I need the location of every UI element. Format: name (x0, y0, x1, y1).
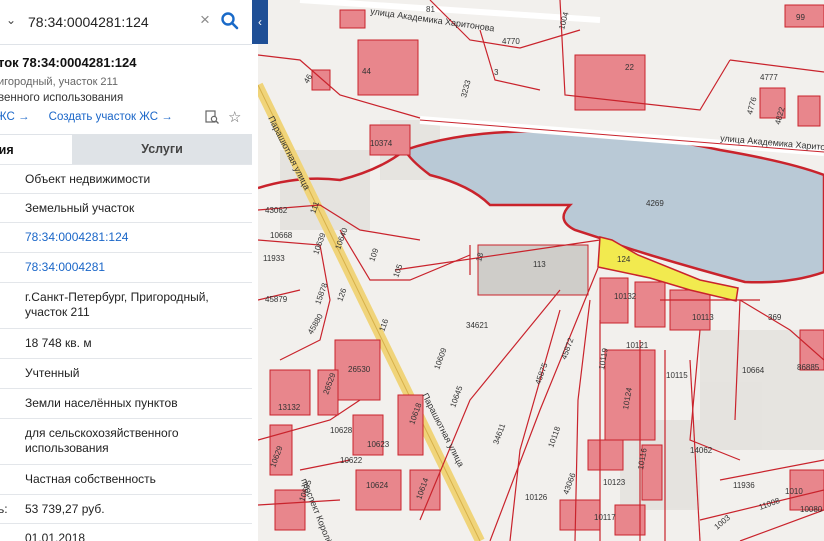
parcel-subtitle: игородный, участок 211 (0, 76, 118, 88)
row-value: Частная собственность (25, 472, 156, 486)
parcel-number-label: 10121 (626, 341, 649, 350)
tab-info-label: ция (0, 143, 14, 157)
parcel-number-label: 1010 (785, 487, 803, 496)
create-parcel-link[interactable]: Создать участок ЖС → (49, 111, 173, 123)
row-value: Земли населённых пунктов (25, 396, 178, 410)
parcel-number-label: 13132 (278, 403, 301, 412)
row-value: Земельный участок (25, 201, 135, 215)
parcel-number-label: 43062 (265, 206, 288, 215)
parcel-number-label: 10117 (594, 513, 616, 522)
parcel-number-label: 10080 (800, 505, 823, 514)
parcel-number-label: 3 (494, 68, 499, 77)
parcel-number-label: 10115 (666, 371, 688, 380)
tab-info[interactable]: ция (0, 134, 72, 165)
ijs-link[interactable]: ЖС → (0, 111, 30, 123)
parcel-number-label: 81 (426, 5, 435, 14)
parcel-number-label: 113 (533, 260, 546, 269)
parcel-number-label: 10123 (603, 478, 626, 487)
chevron-left-icon: ‹ (258, 15, 262, 29)
row-value: 01.01.2018 (25, 531, 86, 541)
parcel-number-label: 11936 (733, 481, 755, 490)
cadastral-number-link[interactable]: 78:34:0004281:124 (25, 230, 248, 245)
row-value: Объект недвижимости (25, 172, 151, 186)
search-document-icon[interactable] (205, 110, 219, 129)
table-row: ь: 53 739,27 руб. (0, 494, 252, 523)
star-icon[interactable]: ☆ (228, 108, 241, 126)
tab-bar: ция Услуги (0, 134, 252, 165)
parcel-number-label: 99 (796, 13, 805, 22)
table-row: 78:34:0004281 (0, 252, 252, 282)
row-value: 18 748 кв. м (25, 336, 92, 350)
side-panel: ⌄ × ток 78:34:0004281:124 игородный, уча… (0, 0, 258, 541)
parcel-number-label: 4269 (646, 199, 664, 208)
parcel-number-label: 10374 (370, 139, 393, 148)
table-row: для сельскохозяйственного использования (0, 418, 252, 464)
parcel-number-label: 10622 (340, 456, 363, 465)
row-value: 53 739,27 руб. (25, 502, 105, 516)
search-button[interactable] (220, 10, 240, 32)
parcel-number-label: 4770 (502, 37, 520, 46)
parcel-number-label: 124 (617, 255, 631, 264)
table-row: 78:34:0004281:124 (0, 222, 252, 252)
parcel-number-label: 10623 (367, 440, 390, 449)
row-value: Учтенный (25, 366, 80, 380)
table-row: Земли населённых пунктов (0, 388, 252, 418)
row-label: ь: (0, 502, 8, 516)
search-bar: ⌄ × (0, 0, 252, 45)
parcel-number-label: 44 (362, 67, 371, 76)
table-row: Учтенный (0, 358, 252, 388)
table-row: Земельный участок (0, 193, 252, 222)
parcel-number-label: 10132 (614, 292, 637, 301)
parcel-number-label: 10668 (270, 231, 293, 240)
parcel-number-label: 86885 (797, 363, 820, 372)
parcel-number-label: 10628 (330, 426, 353, 435)
table-row: Частная собственность (0, 464, 252, 494)
cadastral-map[interactable]: улица Академика Харитонова улица Академи… (258, 0, 824, 541)
parcel-number-label: 10664 (742, 366, 765, 375)
parcel-number-label: 14062 (690, 446, 713, 455)
parcel-number-label: 34621 (466, 321, 489, 330)
row-value: для сельскохозяйственного использования (25, 426, 179, 455)
parcel-number-label: 10126 (525, 493, 548, 502)
chevron-down-icon[interactable]: ⌄ (6, 13, 16, 27)
search-icon (221, 12, 239, 30)
table-row: 18 748 кв. м (0, 328, 252, 358)
tab-services[interactable]: Услуги (72, 134, 252, 164)
parcel-number-label: 22 (625, 63, 634, 72)
table-row: Объект недвижимости (0, 164, 252, 193)
parcel-number-label: 45879 (265, 295, 288, 304)
parcel-number-label: 369 (768, 313, 782, 322)
parcel-number-label: 10624 (366, 481, 389, 490)
table-row: г.Санкт-Петербург, Пригородный, участок … (0, 282, 252, 328)
attribute-table: Объект недвижимости Земельный участок 78… (0, 164, 252, 541)
clear-icon[interactable]: × (200, 10, 210, 30)
parcel-number-label: 26530 (348, 365, 371, 374)
cadastral-quarter-link[interactable]: 78:34:0004281 (25, 260, 248, 275)
parcel-number-label: 4777 (760, 73, 778, 82)
parcel-usage: венного использования (0, 92, 124, 104)
table-row: 01.01.2018 (0, 523, 252, 541)
map-canvas[interactable]: улица Академика Харитонова улица Академи… (258, 0, 824, 541)
parcel-title: ток 78:34:0004281:124 (0, 55, 137, 70)
parcel-number-label: 11933 (263, 254, 285, 263)
collapse-panel-button[interactable]: ‹ (252, 0, 268, 44)
search-input[interactable] (26, 11, 200, 33)
row-value: г.Санкт-Петербург, Пригородный, участок … (25, 290, 209, 319)
parcel-number-label: 10113 (692, 313, 714, 322)
action-links: ЖС → Создать участок ЖС → (0, 111, 173, 123)
